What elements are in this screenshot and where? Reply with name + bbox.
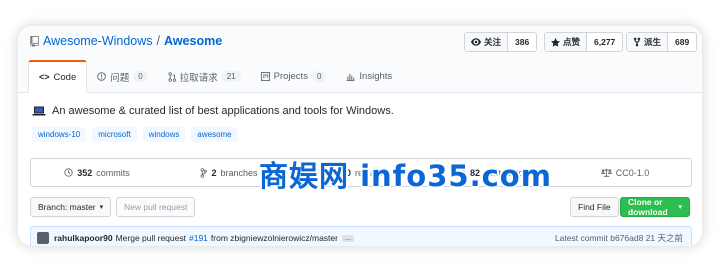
issues-count-badge: 0	[133, 71, 148, 82]
tab-issues-label: 问题	[110, 72, 130, 84]
repo-icon	[30, 35, 39, 47]
commits-label: commits	[96, 167, 130, 178]
star-button[interactable]: 点赞	[545, 33, 588, 51]
graph-icon	[347, 73, 355, 81]
chevron-down-icon: ▾	[99, 204, 104, 211]
repo-separator: /	[156, 34, 161, 48]
fork-button-group[interactable]: 派生 689	[626, 32, 698, 52]
latest-commit-bar: rahulkapoor90 Merge pull request #191 fr…	[30, 226, 692, 246]
repo-owner-link[interactable]: Awesome-Windows	[43, 34, 153, 48]
repo-description: An awesome & curated list of best applic…	[32, 105, 394, 117]
branch-select-label: Branch: master	[38, 202, 96, 212]
commit-pr-link[interactable]: #191	[189, 233, 208, 243]
branches-count: 2	[211, 167, 217, 178]
repo-title: Awesome-Windows / Awesome	[30, 34, 222, 48]
tab-issues[interactable]: 问题 0	[87, 61, 157, 92]
code-icon: <>	[39, 72, 50, 82]
find-file-button[interactable]: Find File	[570, 197, 619, 217]
clone-download-label: Clone or download	[628, 197, 668, 217]
license-label: CC0-1.0	[615, 167, 650, 178]
watch-button[interactable]: 关注	[465, 33, 509, 51]
fork-label: 派生	[644, 37, 662, 47]
commit-message-suffix: from zbigniewzolnierowicz/master	[210, 233, 338, 243]
tab-projects-label: Projects	[273, 71, 308, 82]
fork-count[interactable]: 689	[668, 33, 696, 51]
commits-link[interactable]: 352 commits	[31, 159, 163, 186]
topic-tag[interactable]: windows	[142, 127, 186, 142]
star-icon	[551, 37, 560, 47]
tab-insights[interactable]: Insights	[336, 61, 402, 92]
topic-tag[interactable]: windows-10	[32, 127, 87, 142]
topic-tag[interactable]: microsoft	[92, 127, 137, 142]
fork-button[interactable]: 派生	[627, 33, 669, 51]
star-label: 点赞	[563, 37, 581, 47]
repo-page-card: Awesome-Windows / Awesome 关注 386 点赞 6,27…	[18, 26, 702, 246]
repo-description-text: An awesome & curated list of best applic…	[52, 105, 394, 117]
tab-projects[interactable]: Projects 0	[251, 61, 337, 92]
new-pull-request-button[interactable]: New pull request	[116, 197, 196, 217]
commit-message-prefix: Merge pull request	[115, 233, 186, 243]
law-icon	[600, 168, 612, 177]
pull-request-icon	[168, 71, 176, 82]
watch-count[interactable]: 386	[508, 33, 536, 51]
eye-icon	[471, 38, 481, 46]
topic-list: windows-10 microsoft windows awesome	[32, 127, 238, 142]
repo-nav-tabs: <> Code 问题 0 拉取请求 21 Projects 0 Insights	[28, 60, 402, 93]
history-icon	[64, 168, 73, 177]
topic-tag[interactable]: awesome	[191, 127, 238, 142]
watch-label: 关注	[484, 37, 502, 47]
repo-header: Awesome-Windows / Awesome 关注 386 点赞 6,27…	[18, 26, 702, 93]
project-icon	[260, 72, 270, 81]
branch-icon	[201, 167, 208, 178]
laptop-icon	[32, 106, 46, 116]
chevron-down-icon: ▾	[678, 204, 682, 211]
avatar[interactable]	[37, 232, 49, 244]
issue-icon	[97, 72, 107, 81]
fork-icon	[633, 37, 641, 47]
commit-expand-button[interactable]: ...	[341, 234, 354, 242]
watermark-text: 商娱网 info35.com	[259, 159, 552, 193]
watch-button-group[interactable]: 关注 386	[464, 32, 538, 52]
clone-download-button[interactable]: Clone or download ▾	[620, 197, 690, 217]
tab-pull-requests[interactable]: 拉取请求 21	[158, 61, 251, 92]
branches-label: branches	[220, 167, 258, 178]
latest-commit-info[interactable]: Latest commit b676ad8 21 天之前	[555, 232, 683, 244]
commit-author[interactable]: rahulkapoor90	[54, 233, 113, 243]
pull-requests-count-badge: 21	[221, 71, 241, 82]
repo-name-link[interactable]: Awesome	[164, 34, 222, 48]
tab-insights-label: Insights	[359, 71, 393, 82]
star-button-group[interactable]: 点赞 6,277	[544, 32, 624, 52]
tab-pull-requests-label: 拉取请求	[179, 72, 218, 84]
file-toolbar: Branch: master ▾ New pull request Find F…	[30, 197, 690, 217]
tab-code[interactable]: <> Code	[28, 60, 88, 93]
tab-code-label: Code	[53, 71, 77, 83]
license-link[interactable]: CC0-1.0	[559, 159, 691, 186]
projects-count-badge: 0	[311, 71, 327, 82]
commits-count: 352	[77, 167, 93, 178]
branch-select-button[interactable]: Branch: master ▾	[30, 197, 112, 217]
star-count[interactable]: 6,277	[587, 33, 622, 51]
